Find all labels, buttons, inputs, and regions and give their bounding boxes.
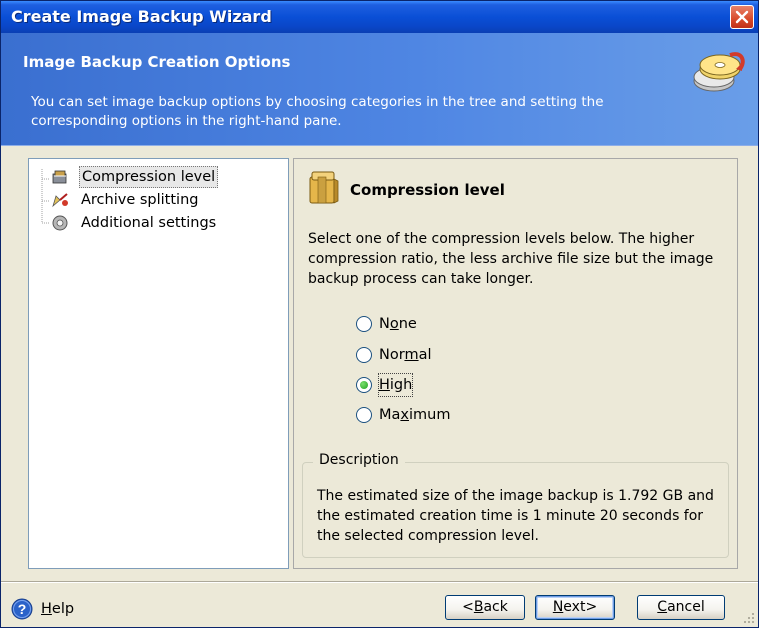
section-description: Select one of the compression levels bel… <box>308 231 714 287</box>
wizard-header: Image Backup Creation Options You can se… <box>1 33 758 145</box>
options-tree[interactable]: Compression level Archive splitting Addi… <box>28 158 289 569</box>
description-text: The estimated size of the image backup i… <box>317 488 714 544</box>
close-button[interactable] <box>730 5 754 29</box>
tree-item-label: Archive splitting <box>81 192 199 208</box>
radio-button[interactable] <box>356 407 372 423</box>
header-description: You can set image backup options by choo… <box>31 94 604 129</box>
description-groupbox: Description The estimated size of the im… <box>302 452 729 558</box>
backup-discs-icon <box>693 52 745 92</box>
next-button[interactable]: Next> <box>535 595 615 620</box>
back-button[interactable]: <Back <box>445 595 525 620</box>
tree-item-label: Compression level <box>79 166 219 188</box>
radio-button[interactable] <box>356 377 372 393</box>
radio-label: None <box>379 316 417 332</box>
resize-grip-icon[interactable] <box>743 612 755 624</box>
cancel-button[interactable]: Cancel <box>637 595 725 620</box>
tree-item-label: Additional settings <box>81 215 217 231</box>
wizard-window: Create Image Backup Wizard Image Backup … <box>0 0 759 628</box>
help-label: Help <box>41 601 75 617</box>
svg-text:?: ? <box>18 601 27 617</box>
title-bar[interactable]: Create Image Backup Wizard <box>1 1 758 33</box>
close-icon <box>735 10 749 24</box>
splitting-icon <box>52 193 68 208</box>
footer-divider <box>1 581 758 583</box>
section-title: Compression level <box>350 181 505 199</box>
radio-button[interactable] <box>356 316 372 332</box>
header-title: Image Backup Creation Options <box>23 53 291 71</box>
radio-label: High <box>377 373 414 397</box>
radio-label: Maximum <box>379 407 451 423</box>
radio-button[interactable] <box>356 347 372 363</box>
radio-label: Normal <box>379 347 432 363</box>
compression-box-icon <box>309 171 339 204</box>
groupbox-legend: Description <box>313 452 405 468</box>
window-title: Create Image Backup Wizard <box>11 7 272 26</box>
compression-icon <box>52 170 67 184</box>
header-divider <box>1 145 758 146</box>
help-icon: ? <box>11 598 33 620</box>
settings-icon <box>52 215 68 231</box>
options-pane: Compression level Select one of the comp… <box>293 158 738 569</box>
